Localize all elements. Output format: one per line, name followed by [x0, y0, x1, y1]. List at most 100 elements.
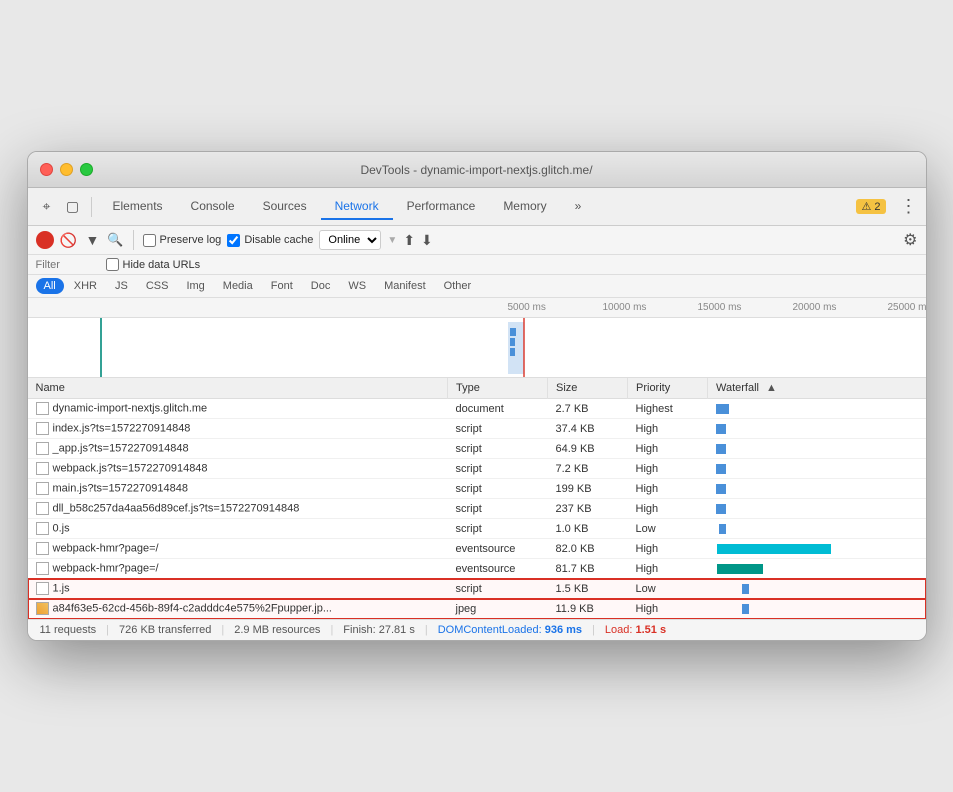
network-table: Name Type Size Priority Waterfall ▲ dyna… [28, 378, 926, 619]
cell-size: 11.9 KB [548, 599, 628, 619]
table-row[interactable]: _app.js?ts=1572270914848script64.9 KBHig… [28, 439, 926, 459]
preserve-log-checkbox[interactable]: Preserve log [143, 234, 222, 247]
import-icon[interactable]: ⬆ [403, 232, 415, 249]
tab-performance[interactable]: Performance [393, 194, 490, 220]
load-value: 1.51 s [635, 624, 666, 636]
col-header-type[interactable]: Type [448, 378, 548, 399]
waterfall-bar [716, 424, 726, 434]
type-filter-bar: All XHR JS CSS Img Media Font Doc WS Man… [28, 275, 926, 298]
file-icon [36, 482, 49, 495]
inspect-icon[interactable]: ▢ [62, 196, 84, 218]
cell-type: script [448, 479, 548, 499]
tab-memory[interactable]: Memory [489, 194, 560, 220]
load-line [523, 318, 525, 378]
toolbar-divider-1 [91, 197, 92, 217]
table-row[interactable]: main.js?ts=1572270914848script199 KBHigh [28, 479, 926, 499]
filter-input[interactable] [36, 259, 86, 271]
clear-button[interactable]: 🚫 [60, 231, 78, 249]
load-label: Load: 1.51 s [605, 624, 666, 636]
throttle-select[interactable]: Online [319, 230, 381, 250]
col-header-name[interactable]: Name [28, 378, 448, 399]
finish-time: Finish: 27.81 s [343, 624, 415, 636]
export-icon[interactable]: ⬇ [421, 232, 433, 249]
ruler-20000: 20000 ms [793, 302, 888, 313]
cell-name: dll_b58c257da4aa56d89cef.js?ts=157227091… [28, 499, 448, 519]
table-row[interactable]: webpack-hmr?page=/eventsource81.7 KBHigh [28, 559, 926, 579]
table-row[interactable]: webpack.js?ts=1572270914848script7.2 KBH… [28, 459, 926, 479]
ruler-25000: 25000 ms [888, 302, 926, 313]
filter-bar: Hide data URLs [28, 255, 926, 275]
request-count: 11 requests [40, 624, 97, 636]
waterfall-bar [716, 404, 729, 414]
type-filter-js[interactable]: JS [107, 278, 136, 294]
ruler-marks: 5000 ms 10000 ms 15000 ms 20000 ms 25000… [508, 302, 926, 313]
col-header-waterfall[interactable]: Waterfall ▲ [708, 378, 926, 399]
type-filter-css[interactable]: CSS [138, 278, 177, 294]
dom-content-loaded-value: 936 ms [545, 624, 582, 636]
type-filter-ws[interactable]: WS [340, 278, 374, 294]
window-title: DevTools - dynamic-import-nextjs.glitch.… [360, 163, 592, 177]
type-filter-manifest[interactable]: Manifest [376, 278, 434, 294]
cell-size: 81.7 KB [548, 559, 628, 579]
disable-cache-checkbox[interactable]: Disable cache [227, 234, 313, 247]
tab-sources[interactable]: Sources [249, 194, 321, 220]
file-icon [36, 442, 49, 455]
cell-waterfall [708, 559, 926, 579]
settings-icon[interactable]: ⚙ [903, 230, 917, 250]
type-filter-media[interactable]: Media [215, 278, 261, 294]
cell-priority: High [628, 419, 708, 439]
network-table-container: Name Type Size Priority Waterfall ▲ dyna… [28, 378, 926, 619]
col-header-priority[interactable]: Priority [628, 378, 708, 399]
waterfall-bar [742, 604, 749, 614]
table-row[interactable]: dynamic-import-nextjs.glitch.medocument2… [28, 399, 926, 419]
close-button[interactable] [40, 163, 53, 176]
type-filter-doc[interactable]: Doc [303, 278, 339, 294]
cursor-icon[interactable]: ⌖ [36, 196, 58, 218]
type-filter-font[interactable]: Font [263, 278, 301, 294]
type-filter-xhr[interactable]: XHR [66, 278, 105, 294]
dom-content-loaded-line [100, 318, 102, 378]
wf-bar-1 [510, 328, 516, 336]
cell-priority: High [628, 559, 708, 579]
file-icon [36, 422, 49, 435]
filter-icon[interactable]: ▼ [84, 230, 102, 250]
table-row[interactable]: 0.jsscript1.0 KBLow [28, 519, 926, 539]
cell-priority: High [628, 599, 708, 619]
type-filter-other[interactable]: Other [436, 278, 480, 294]
hide-data-urls-checkbox[interactable] [106, 258, 119, 271]
search-icon[interactable]: 🔍 [107, 232, 123, 248]
record-button[interactable] [36, 231, 54, 249]
disable-cache-input[interactable] [227, 234, 240, 247]
type-filter-all[interactable]: All [36, 278, 64, 294]
tab-more[interactable]: » [561, 194, 596, 220]
type-filter-img[interactable]: Img [178, 278, 212, 294]
maximize-button[interactable] [80, 163, 93, 176]
hide-data-urls-label: Hide data URLs [106, 258, 201, 271]
tab-network[interactable]: Network [321, 194, 393, 220]
cell-type: eventsource [448, 559, 548, 579]
devtools-window: DevTools - dynamic-import-nextjs.glitch.… [27, 151, 927, 641]
cell-type: jpeg [448, 599, 548, 619]
table-row[interactable]: a84f63e5-62cd-456b-89f4-c2adddc4e575%2Fp… [28, 599, 926, 619]
file-icon [36, 582, 49, 595]
more-options-icon[interactable]: ⋮ [900, 196, 918, 217]
cell-size: 37.4 KB [548, 419, 628, 439]
table-row[interactable]: webpack-hmr?page=/eventsource82.0 KBHigh [28, 539, 926, 559]
warning-badge[interactable]: ⚠ 2 [856, 199, 885, 214]
table-row[interactable]: index.js?ts=1572270914848script37.4 KBHi… [28, 419, 926, 439]
cell-type: script [448, 499, 548, 519]
cell-priority: Low [628, 579, 708, 599]
table-row[interactable]: 1.jsscript1.5 KBLow [28, 579, 926, 599]
title-bar: DevTools - dynamic-import-nextjs.glitch.… [28, 152, 926, 188]
tab-elements[interactable]: Elements [99, 194, 177, 220]
col-header-size[interactable]: Size [548, 378, 628, 399]
table-row[interactable]: dll_b58c257da4aa56d89cef.js?ts=157227091… [28, 499, 926, 519]
preserve-log-input[interactable] [143, 234, 156, 247]
ruler-15000: 15000 ms [698, 302, 793, 313]
cell-type: script [448, 519, 548, 539]
cell-name: a84f63e5-62cd-456b-89f4-c2adddc4e575%2Fp… [28, 599, 448, 619]
tab-console[interactable]: Console [177, 194, 249, 220]
minimize-button[interactable] [60, 163, 73, 176]
waterfall-bar [716, 444, 726, 454]
status-bar: 11 requests | 726 KB transferred | 2.9 M… [28, 619, 926, 640]
